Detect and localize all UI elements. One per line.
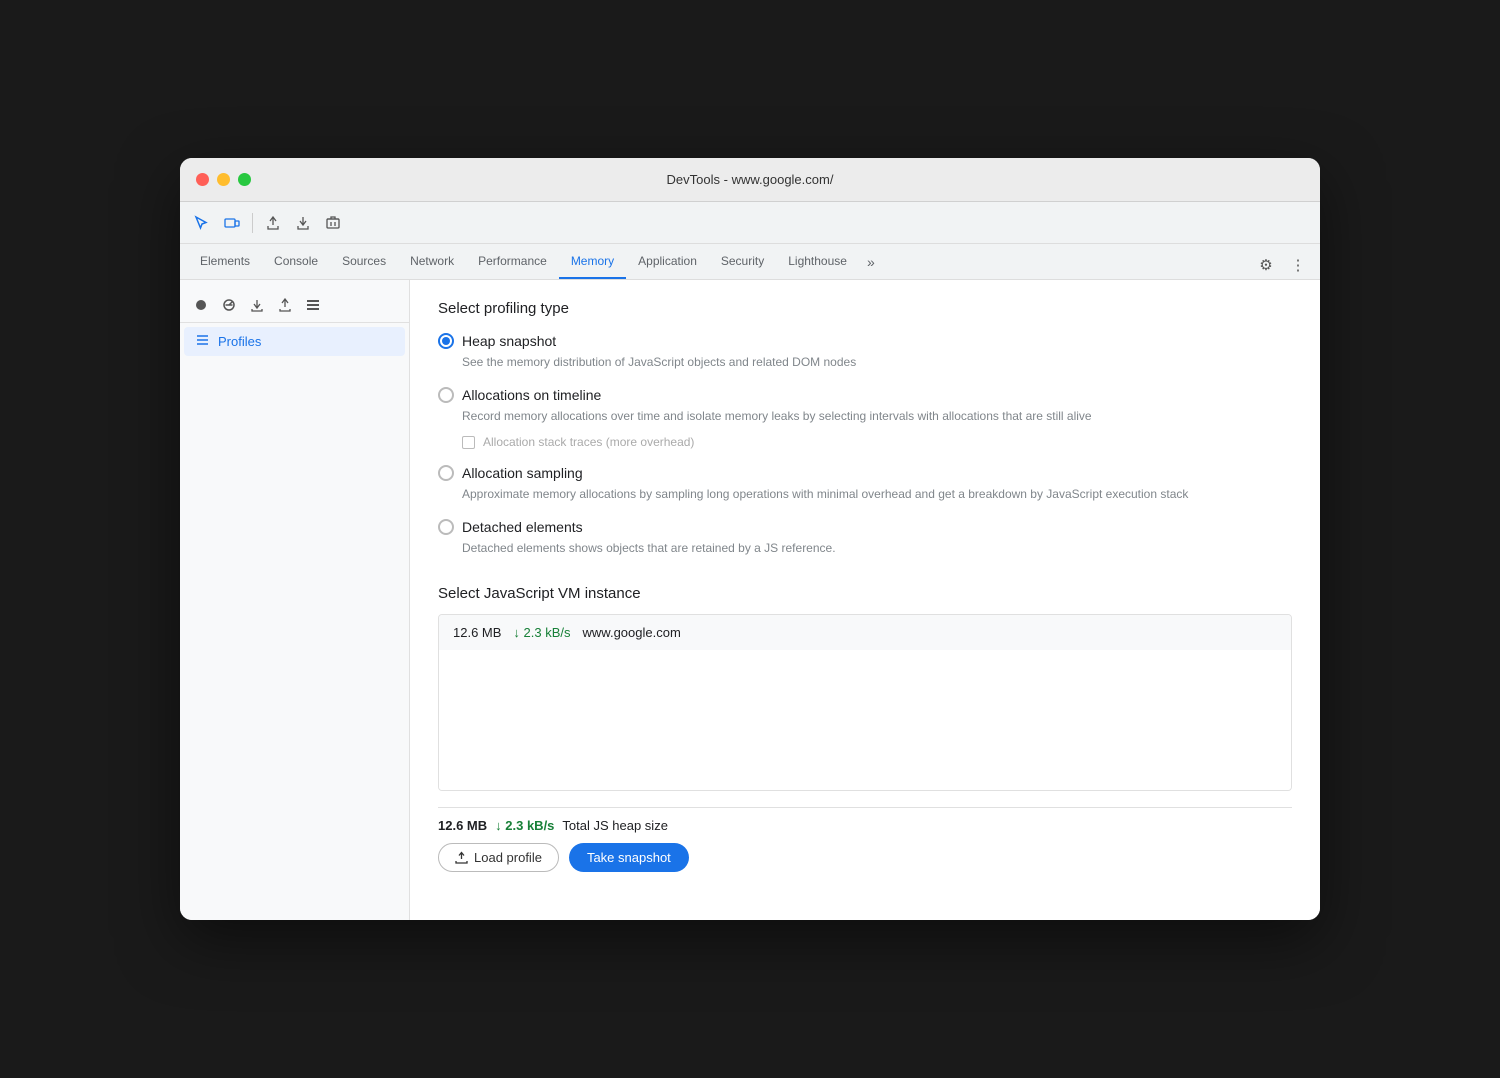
option-heap-header: Heap snapshot [438, 333, 1292, 349]
traffic-lights [196, 173, 251, 186]
option-allocations-timeline: Allocations on timeline Record memory al… [438, 387, 1292, 449]
profiling-section-title: Select profiling type [438, 300, 1292, 317]
vm-rate-arrow: ↓ [513, 625, 520, 640]
radio-allocations-timeline[interactable] [438, 387, 454, 403]
option-sampling-header: Allocation sampling [438, 465, 1292, 481]
tab-security[interactable]: Security [709, 245, 776, 279]
maximize-button[interactable] [238, 173, 251, 186]
footer-buttons: Load profile Take snapshot [438, 843, 1292, 872]
allocation-stack-traces-row: Allocation stack traces (more overhead) [462, 435, 1292, 449]
option-timeline-header: Allocations on timeline [438, 387, 1292, 403]
allocation-sampling-label: Allocation sampling [462, 465, 583, 481]
heap-snapshot-desc: See the memory distribution of JavaScrip… [462, 353, 1292, 371]
load-profile-sidebar-icon[interactable] [272, 292, 298, 318]
tab-sources[interactable]: Sources [330, 245, 398, 279]
profiling-options: Heap snapshot See the memory distributio… [438, 333, 1292, 557]
tab-elements[interactable]: Elements [188, 245, 262, 279]
load-profile-button[interactable]: Load profile [438, 843, 559, 872]
detached-elements-desc: Detached elements shows objects that are… [462, 539, 1292, 557]
more-tabs-button[interactable]: » [859, 245, 883, 279]
tab-memory[interactable]: Memory [559, 245, 626, 279]
devtools-window: DevTools - www.google.com/ [180, 158, 1320, 920]
close-button[interactable] [196, 173, 209, 186]
heap-snapshot-label: Heap snapshot [462, 333, 556, 349]
vm-empty-area [439, 650, 1291, 790]
vm-rate: ↓ 2.3 kB/s [513, 625, 570, 640]
clear-icon[interactable] [319, 209, 347, 237]
more-options-icon[interactable]: ⋮ [1284, 251, 1312, 279]
allocation-sampling-desc: Approximate memory allocations by sampli… [462, 485, 1292, 503]
tab-application[interactable]: Application [626, 245, 709, 279]
stop-button[interactable] [216, 292, 242, 318]
radio-heap-snapshot[interactable] [438, 333, 454, 349]
option-heap-snapshot: Heap snapshot See the memory distributio… [438, 333, 1292, 371]
take-snapshot-button[interactable]: Take snapshot [569, 843, 689, 872]
tab-console[interactable]: Console [262, 245, 330, 279]
main-layout: Profiles Select profiling type Heap snap… [180, 280, 1320, 920]
clear-profiles-icon[interactable] [300, 292, 326, 318]
allocations-timeline-label: Allocations on timeline [462, 387, 601, 403]
record-button[interactable] [188, 292, 214, 318]
devtools-toolbar [180, 202, 1320, 244]
radio-allocation-sampling[interactable] [438, 465, 454, 481]
tab-performance[interactable]: Performance [466, 245, 559, 279]
window-title: DevTools - www.google.com/ [667, 172, 834, 187]
save-profile-icon[interactable] [244, 292, 270, 318]
inspect-element-icon[interactable] [188, 209, 216, 237]
vm-instance-row[interactable]: 12.6 MB ↓ 2.3 kB/s www.google.com [439, 615, 1291, 650]
tab-lighthouse[interactable]: Lighthouse [776, 245, 859, 279]
nav-actions: ⚙ ⋮ [1252, 251, 1312, 279]
profiles-icon [196, 333, 210, 350]
footer-memory: 12.6 MB [438, 818, 487, 833]
minimize-button[interactable] [217, 173, 230, 186]
tab-network[interactable]: Network [398, 245, 466, 279]
vm-url: www.google.com [583, 625, 681, 640]
footer-rate: ↓ 2.3 kB/s [495, 818, 554, 833]
sidebar-item-label: Profiles [218, 334, 261, 349]
detached-elements-label: Detached elements [462, 519, 583, 535]
footer-label: Total JS heap size [562, 818, 668, 833]
footer-area: 12.6 MB ↓ 2.3 kB/s Total JS heap size Lo… [438, 807, 1292, 882]
vm-section-title: Select JavaScript VM instance [438, 585, 1292, 602]
device-toolbar-icon[interactable] [218, 209, 246, 237]
option-detached-elements: Detached elements Detached elements show… [438, 519, 1292, 557]
allocation-stack-traces-checkbox[interactable] [462, 436, 475, 449]
vm-memory: 12.6 MB [453, 625, 501, 640]
allocations-timeline-desc: Record memory allocations over time and … [462, 407, 1292, 425]
import-icon[interactable] [289, 209, 317, 237]
footer-rate-arrow: ↓ [495, 818, 502, 833]
titlebar: DevTools - www.google.com/ [180, 158, 1320, 202]
allocation-stack-traces-label: Allocation stack traces (more overhead) [483, 435, 694, 449]
nav-tabs: Elements Console Sources Network Perform… [180, 244, 1320, 280]
export-icon[interactable] [259, 209, 287, 237]
option-detached-header: Detached elements [438, 519, 1292, 535]
option-allocation-sampling: Allocation sampling Approximate memory a… [438, 465, 1292, 503]
upload-icon [455, 851, 468, 864]
sidebar-item-profiles[interactable]: Profiles [184, 327, 405, 356]
toolbar-separator [252, 213, 253, 233]
content-area: Select profiling type Heap snapshot See … [410, 280, 1320, 920]
vm-instance-box: 12.6 MB ↓ 2.3 kB/s www.google.com [438, 614, 1292, 791]
settings-icon[interactable]: ⚙ [1252, 251, 1280, 279]
sidebar-toolbar [180, 288, 409, 323]
sidebar: Profiles [180, 280, 410, 920]
footer-stats: 12.6 MB ↓ 2.3 kB/s Total JS heap size [438, 818, 1292, 833]
radio-detached-elements[interactable] [438, 519, 454, 535]
